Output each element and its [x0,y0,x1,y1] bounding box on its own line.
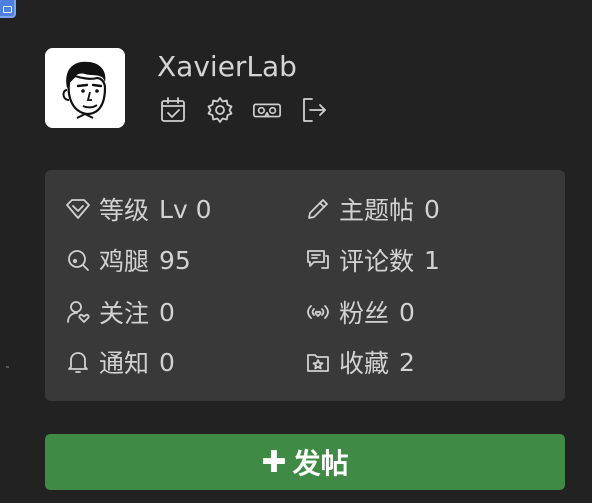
stat-notifications-label: 通知 [99,349,150,378]
broadcast-heart-icon [307,305,329,319]
folder-star-icon [307,354,329,372]
stat-level[interactable]: 等级 Lv 0 [65,192,212,226]
gear-icon [207,97,233,123]
drumstick-icon [68,250,89,271]
stat-topics-label: 主题帖 [339,196,415,225]
stat-comments[interactable]: 评论数 1 [305,243,440,277]
user-heart-icon [67,301,90,323]
stat-followers-label: 粉丝 [339,299,390,328]
stat-followers-value: 0 [399,297,415,327]
stat-notifications[interactable]: 通知 0 [65,345,175,379]
comments-icon [307,250,329,269]
checkin-button[interactable] [158,95,188,125]
logout-icon [303,98,326,122]
stat-following[interactable]: 关注 0 [65,295,175,329]
cartoon-face-icon [45,48,125,128]
bell-icon [68,352,88,373]
pencil-icon [308,199,328,219]
username[interactable]: XavierLab [157,50,297,83]
stat-coins-label: 鸡腿 [99,247,150,276]
diamond-icon [66,199,90,219]
stat-topics[interactable]: 主题帖 0 [305,192,440,226]
stat-level-label: 等级 [99,196,150,225]
settings-button[interactable] [205,95,235,125]
stat-favorites-value: 2 [399,347,415,377]
stat-topics-value: 0 [424,194,440,224]
vr-goggles-icon [253,103,281,118]
stat-level-value: Lv 0 [159,194,212,224]
plus-icon: ✚ [261,444,287,480]
avatar[interactable] [45,48,125,128]
stat-following-label: 关注 [99,299,150,328]
vr-button[interactable] [252,95,282,125]
stat-notifications-value: 0 [159,347,175,377]
logout-button[interactable] [299,95,329,125]
stat-comments-label: 评论数 [339,247,415,276]
stat-following-value: 0 [159,297,175,327]
stat-coins[interactable]: 鸡腿 95 [65,243,191,277]
divider-mark [6,366,9,368]
stat-followers[interactable]: 粉丝 0 [305,295,415,329]
window-corner-icon[interactable] [0,0,16,18]
stat-comments-value: 1 [424,245,440,275]
user-stats-card: 等级 Lv 0 主题帖 0 鸡腿 95 评论数 1 关注 0 粉丝 0 通知 0… [45,170,565,401]
stat-favorites[interactable]: 收藏 2 [305,345,415,379]
stat-favorites-label: 收藏 [339,349,390,378]
calendar-check-icon [161,97,185,122]
new-post-button[interactable]: ✚ 发帖 [45,434,565,490]
profile-actions [158,95,329,125]
stat-coins-value: 95 [159,245,191,275]
new-post-label: 发帖 [292,447,349,480]
